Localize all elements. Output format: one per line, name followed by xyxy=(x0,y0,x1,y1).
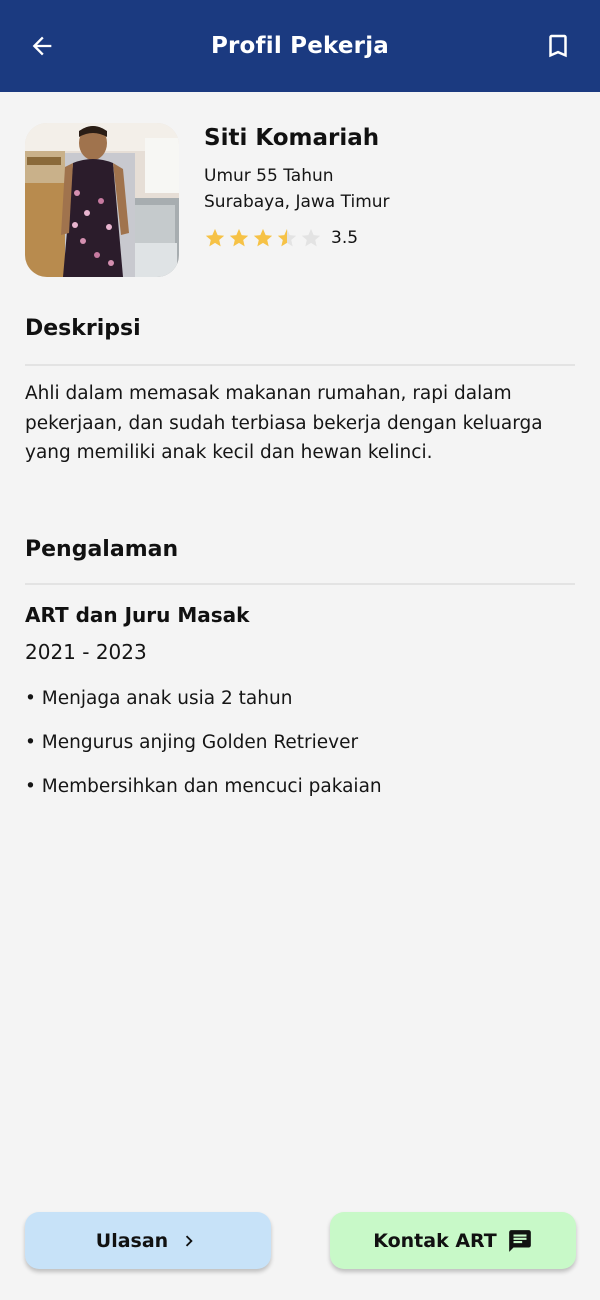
worker-name: Siti Komariah xyxy=(204,125,380,151)
profile-info: Siti Komariah Umur 55 Tahun Surabaya, Ja… xyxy=(204,123,390,249)
contact-button-label: Kontak ART xyxy=(373,1229,497,1252)
list-item: • Mengurus anjing Golden Retriever xyxy=(25,732,359,753)
star-icon xyxy=(253,228,273,247)
profile-header: Siti Komariah Umur 55 Tahun Surabaya, Ja… xyxy=(25,123,575,278)
rating-stars xyxy=(204,227,322,249)
list-item: • Membersihkan dan mencuci pakaian xyxy=(25,776,382,797)
bookmark-button[interactable] xyxy=(538,26,578,66)
divider xyxy=(25,583,575,585)
star-icon xyxy=(301,228,321,247)
description-text: Ahli dalam memasak makanan rumahan, rapi… xyxy=(25,383,543,463)
job-title: ART dan Juru Masak xyxy=(25,603,250,627)
star-icon xyxy=(229,228,249,247)
job-years: 2021 - 2023 xyxy=(25,640,147,664)
divider xyxy=(25,364,575,366)
back-button[interactable] xyxy=(22,26,62,66)
review-button[interactable]: Ulasan xyxy=(25,1212,271,1269)
description-heading: Deskripsi xyxy=(25,316,141,341)
contact-button[interactable]: Kontak ART xyxy=(330,1212,576,1269)
worker-location: Surabaya, Jawa Timur xyxy=(204,192,390,212)
rating-value: 3.5 xyxy=(331,228,359,248)
star-icon xyxy=(205,228,225,247)
arrow-back-icon xyxy=(32,36,52,56)
worker-age: Umur 55 Tahun xyxy=(204,166,334,186)
page-title: Profil Pekerja xyxy=(210,33,390,59)
message-icon xyxy=(507,1228,533,1254)
task-list: • Menjaga anak usia 2 tahun • Mengurus a… xyxy=(25,688,382,820)
rating: 3.5 xyxy=(204,227,390,249)
experience-heading: Pengalaman xyxy=(25,537,179,562)
star-icon xyxy=(277,228,297,247)
app-bar: Profil Pekerja xyxy=(0,0,600,92)
chevron-right-icon xyxy=(178,1230,200,1252)
worker-photo xyxy=(25,123,179,277)
list-item: • Menjaga anak usia 2 tahun xyxy=(25,688,293,709)
review-button-label: Ulasan xyxy=(95,1229,169,1252)
bookmark-icon xyxy=(549,34,567,58)
